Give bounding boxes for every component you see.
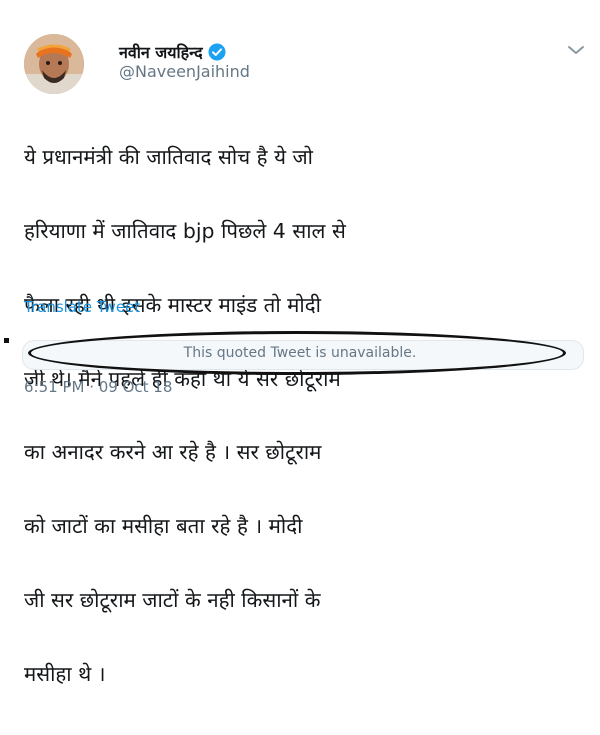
tweet-text-line: हरियाणा में जातिवाद bjp पिछले 4 साल से (24, 218, 346, 243)
tweet-text-line: को जाटों का मसीहा बता रहे है । मोदी (24, 514, 303, 539)
annotation-oval (28, 331, 566, 375)
margin-mark (4, 338, 9, 343)
tweet-text-line: मसीहा थे । (24, 661, 106, 686)
avatar[interactable] (24, 34, 84, 94)
translate-tweet-link[interactable]: Translate Tweet (24, 298, 140, 316)
tweet-text-line: का अनादर करने आ रहे है । सर छोटूराम (24, 440, 322, 465)
author-name-row[interactable]: नवीन जयहिन्द (119, 41, 226, 63)
tweet-timestamp[interactable]: 6:51 PM · 09 Oct 18 (24, 378, 172, 396)
chevron-down-icon[interactable] (566, 42, 586, 56)
tweet-text-line: जी सर छोटूराम जाटों के नही किसानों के (24, 587, 321, 612)
verified-badge-icon (208, 43, 226, 61)
author-handle[interactable]: @NaveenJaihind (119, 62, 250, 81)
author-display-name[interactable]: नवीन जयहिन्द (119, 41, 203, 63)
tweet-text-line: ये प्रधानमंत्री की जातिवाद सोच है ये जो (24, 145, 313, 170)
avatar-image (24, 34, 84, 94)
tweet-card: नवीन जयहिन्द @NaveenJaihind ये प्रधानमंत… (0, 0, 600, 686)
tweet-text: ये प्रधानमंत्री की जातिवाद सोच है ये जो … (24, 96, 594, 735)
